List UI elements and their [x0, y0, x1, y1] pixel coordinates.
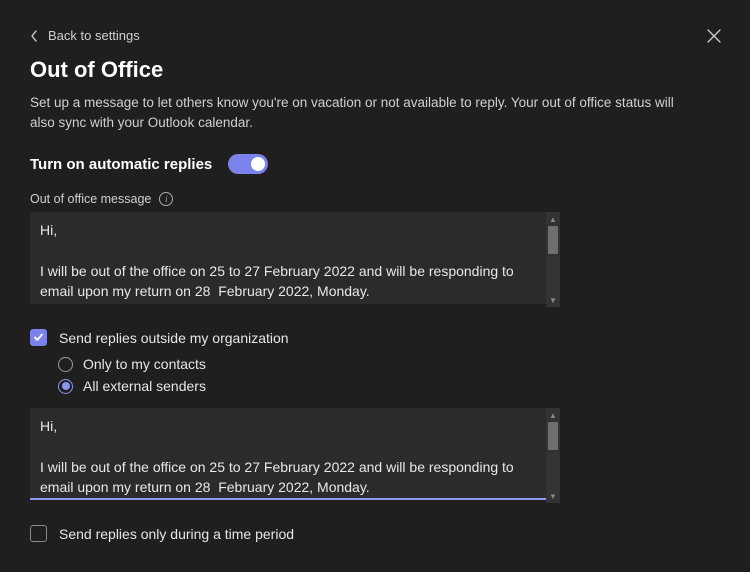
- time-period-checkbox[interactable]: [30, 525, 47, 542]
- message-textbox-wrap: ▲ ▼: [30, 212, 560, 307]
- scrollbar[interactable]: ▲ ▼: [546, 212, 560, 307]
- external-message-textbox-wrap: ▲ ▼: [30, 408, 560, 503]
- scrollbar[interactable]: ▲ ▼: [546, 408, 560, 503]
- page-title: Out of Office: [30, 57, 720, 83]
- all-external-label: All external senders: [83, 378, 206, 394]
- close-button[interactable]: [706, 28, 726, 48]
- message-field-label: Out of office message: [30, 192, 151, 206]
- scroll-up-icon[interactable]: ▲: [546, 408, 560, 422]
- scroll-thumb[interactable]: [548, 226, 558, 254]
- only-contacts-label: Only to my contacts: [83, 356, 206, 372]
- automatic-replies-label: Turn on automatic replies: [30, 156, 212, 173]
- page-description: Set up a message to let others know you'…: [30, 93, 690, 132]
- chevron-left-icon: [30, 30, 38, 42]
- scroll-down-icon[interactable]: ▼: [546, 489, 560, 503]
- back-to-settings-link[interactable]: Back to settings: [30, 28, 140, 43]
- info-icon[interactable]: i: [159, 192, 173, 206]
- external-message-input[interactable]: [30, 408, 560, 500]
- scroll-down-icon[interactable]: ▼: [546, 293, 560, 307]
- automatic-replies-toggle[interactable]: [228, 154, 268, 174]
- external-recipients-radio-group: Only to my contacts All external senders: [58, 356, 720, 394]
- time-period-label: Send replies only during a time period: [59, 526, 294, 542]
- scroll-up-icon[interactable]: ▲: [546, 212, 560, 226]
- only-contacts-radio[interactable]: [58, 357, 73, 372]
- scroll-thumb[interactable]: [548, 422, 558, 450]
- back-link-label: Back to settings: [48, 28, 140, 43]
- all-external-radio[interactable]: [58, 379, 73, 394]
- out-of-office-panel: Back to settings Out of Office Set up a …: [0, 0, 750, 572]
- send-outside-org-checkbox[interactable]: [30, 329, 47, 346]
- send-outside-org-label: Send replies outside my organization: [59, 330, 289, 346]
- out-of-office-message-input[interactable]: [30, 212, 560, 304]
